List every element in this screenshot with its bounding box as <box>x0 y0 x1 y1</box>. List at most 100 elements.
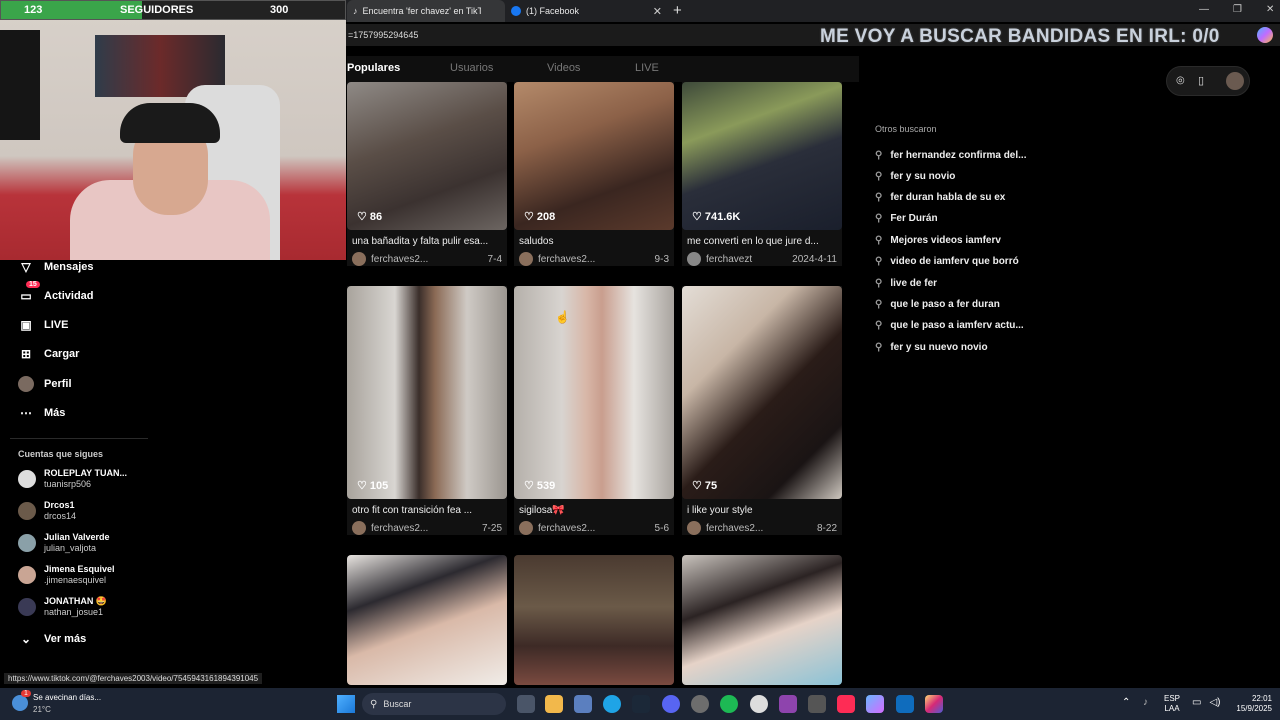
file-explorer-icon[interactable] <box>545 695 563 713</box>
video-thumbnail[interactable]: ♡ 208 <box>514 82 674 230</box>
app-icon[interactable] <box>691 695 709 713</box>
restore-icon[interactable]: ❐ <box>1233 4 1242 15</box>
video-caption[interactable]: sigilosa🎀 <box>514 505 669 516</box>
suggestion-item[interactable]: ⚲ video de iamferv que borró <box>875 256 1019 267</box>
following-account[interactable]: Jimena Esquivel .jimenaesquivel <box>18 564 115 586</box>
settings-icon[interactable] <box>750 695 768 713</box>
task-view-icon[interactable] <box>517 695 535 713</box>
following-account[interactable]: ROLEPLAY TUAN... tuanisrp506 <box>18 468 127 490</box>
tab-populares[interactable]: Populares <box>347 62 400 74</box>
chevron-up-icon[interactable]: ⌃ <box>1122 697 1130 708</box>
copilot-icon[interactable] <box>866 695 884 713</box>
tab-usuarios[interactable]: Usuarios <box>450 62 493 74</box>
spotify-icon[interactable] <box>720 695 738 713</box>
edge-icon[interactable] <box>603 695 621 713</box>
app-icon[interactable] <box>779 695 797 713</box>
author-name[interactable]: ferchaves2... <box>371 523 428 534</box>
sidebar-item-mensajes[interactable]: ▽1 Mensajes <box>18 252 94 275</box>
suggestion-item[interactable]: ⚲ fer duran habla de su ex <box>875 192 1005 203</box>
account-username: julian_valjota <box>44 543 97 553</box>
language-code: ESP <box>1164 694 1181 703</box>
suggestion-item[interactable]: ⚲ fer hernandez confirma del... <box>875 150 1026 161</box>
author-name[interactable]: ferchaves2... <box>538 254 595 265</box>
video-card[interactable]: ♡ 75 i like your style ferchaves2... 8-22 <box>682 286 842 535</box>
clock[interactable]: 22:01 15/9/2025 <box>1224 694 1272 714</box>
video-caption[interactable]: me converti en lo que jure d... <box>682 236 837 247</box>
sidebar-item-actividad[interactable]: ▭ 15 Actividad <box>18 281 94 304</box>
new-tab-icon[interactable]: + <box>673 2 682 19</box>
video-caption[interactable]: i like your style <box>682 505 837 516</box>
tab-videos[interactable]: Videos <box>547 62 580 74</box>
sidebar-item-perfil[interactable]: Perfil <box>18 376 72 392</box>
video-thumbnail[interactable]: ♡ 105 <box>347 286 507 499</box>
store-icon[interactable] <box>574 695 592 713</box>
suggestion-item[interactable]: ⚲ live de fer <box>875 278 937 289</box>
window-close-icon[interactable]: ✕ <box>1266 4 1274 15</box>
windows-start-icon[interactable] <box>337 695 355 713</box>
video-card[interactable]: ♡ 741.6K me converti en lo que jure d... … <box>682 82 842 266</box>
avatar[interactable] <box>352 521 366 535</box>
taskbar-search[interactable]: ⚲ Buscar <box>362 693 506 715</box>
volume-icon[interactable]: ◁) <box>1209 697 1220 708</box>
see-more-button[interactable]: ⌄ Ver más <box>18 631 86 647</box>
video-thumbnail[interactable]: ♡ 86 <box>347 82 507 230</box>
compass-icon[interactable]: ◎ <box>1176 75 1185 86</box>
weather-icon[interactable] <box>12 695 28 711</box>
plus-square-icon: ⊞ <box>20 347 32 361</box>
suggestion-item[interactable]: ⚲ fer y su novio <box>875 171 955 182</box>
video-caption[interactable]: una bañadita y falta pulir esa... <box>347 236 502 247</box>
video-thumbnail[interactable] <box>514 555 674 685</box>
video-card[interactable]: ♡ 105 otro fit con transición fea ... fer… <box>347 286 507 535</box>
instagram-icon[interactable] <box>925 695 943 713</box>
tab-live[interactable]: LIVE <box>635 62 659 74</box>
video-thumbnail[interactable]: ♡ 75 <box>682 286 842 499</box>
video-thumbnail[interactable]: ♡ 741.6K <box>682 82 842 230</box>
close-icon[interactable]: ✕ <box>653 5 662 18</box>
avatar[interactable] <box>519 252 533 266</box>
video-thumbnail[interactable] <box>682 555 842 685</box>
video-thumbnail[interactable] <box>347 555 507 685</box>
browser-tab-tiktok[interactable]: ♪ Encuentra 'fer chavez' en TikTok | <box>347 0 505 22</box>
suggestion-item[interactable]: ⚲ que le paso a fer duran <box>875 299 1000 310</box>
sidebar-item-label: Más <box>44 407 66 419</box>
suggestion-item[interactable]: ⚲ Fer Durán <box>875 213 938 224</box>
following-account[interactable]: Julian Valverde julian_valjota <box>18 532 110 554</box>
weather-text[interactable]: Se avecinan días... <box>33 693 101 702</box>
suggestion-item[interactable]: ⚲ que le paso a iamferv actu... <box>875 320 1024 331</box>
author-name[interactable]: ferchaves2... <box>538 523 595 534</box>
copilot-icon[interactable] <box>1257 27 1273 43</box>
suggestion-item[interactable]: ⚲ Mejores videos iamferv <box>875 235 1001 246</box>
author-name[interactable]: ferchavezt <box>706 254 752 265</box>
author-name[interactable]: ferchaves2... <box>371 254 428 265</box>
language-indicator[interactable]: ESP LAA <box>1164 694 1180 714</box>
following-account[interactable]: JONATHAN 🤩 nathan_josue1 <box>18 596 107 618</box>
avatar[interactable] <box>1226 72 1244 90</box>
browser-tab-facebook[interactable]: (1) Facebook ✕ <box>505 0 668 22</box>
video-caption[interactable]: otro fit con transición fea ... <box>347 505 502 516</box>
tiktok-icon[interactable] <box>837 695 855 713</box>
video-card[interactable]: ♡ 539 sigilosa🎀 ferchaves2... 5-6 <box>514 286 674 535</box>
video-thumbnail[interactable]: ♡ 539 <box>514 286 674 499</box>
app-icon[interactable] <box>808 695 826 713</box>
minimize-icon[interactable]: — <box>1199 4 1209 15</box>
search-icon: ⚲ <box>875 278 883 289</box>
discord-icon[interactable] <box>662 695 680 713</box>
avatar[interactable] <box>687 252 701 266</box>
steam-icon[interactable] <box>632 695 650 713</box>
sidebar-item-cargar[interactable]: ⊞ Cargar <box>18 346 80 362</box>
outlook-icon[interactable] <box>896 695 914 713</box>
microphone-icon[interactable]: ♪ <box>1143 697 1148 708</box>
network-icon[interactable]: ▭ <box>1192 697 1201 708</box>
video-card[interactable]: ♡ 208 saludos ferchaves2... 9-3 <box>514 82 674 266</box>
following-account[interactable]: Drcos1 drcos14 <box>18 500 76 522</box>
video-card[interactable]: ♡ 86 una bañadita y falta pulir esa... fe… <box>347 82 507 266</box>
author-name[interactable]: ferchaves2... <box>706 523 763 534</box>
sidebar-item-mas[interactable]: ⋯ Más <box>18 405 65 421</box>
suggestion-item[interactable]: ⚲ fer y su nuevo novio <box>875 342 988 353</box>
avatar[interactable] <box>519 521 533 535</box>
sidebar-item-live[interactable]: ▣ LIVE <box>18 317 68 333</box>
avatar[interactable] <box>687 521 701 535</box>
avatar[interactable] <box>352 252 366 266</box>
phone-icon[interactable]: ▯ <box>1198 74 1204 87</box>
video-caption[interactable]: saludos <box>514 236 669 247</box>
